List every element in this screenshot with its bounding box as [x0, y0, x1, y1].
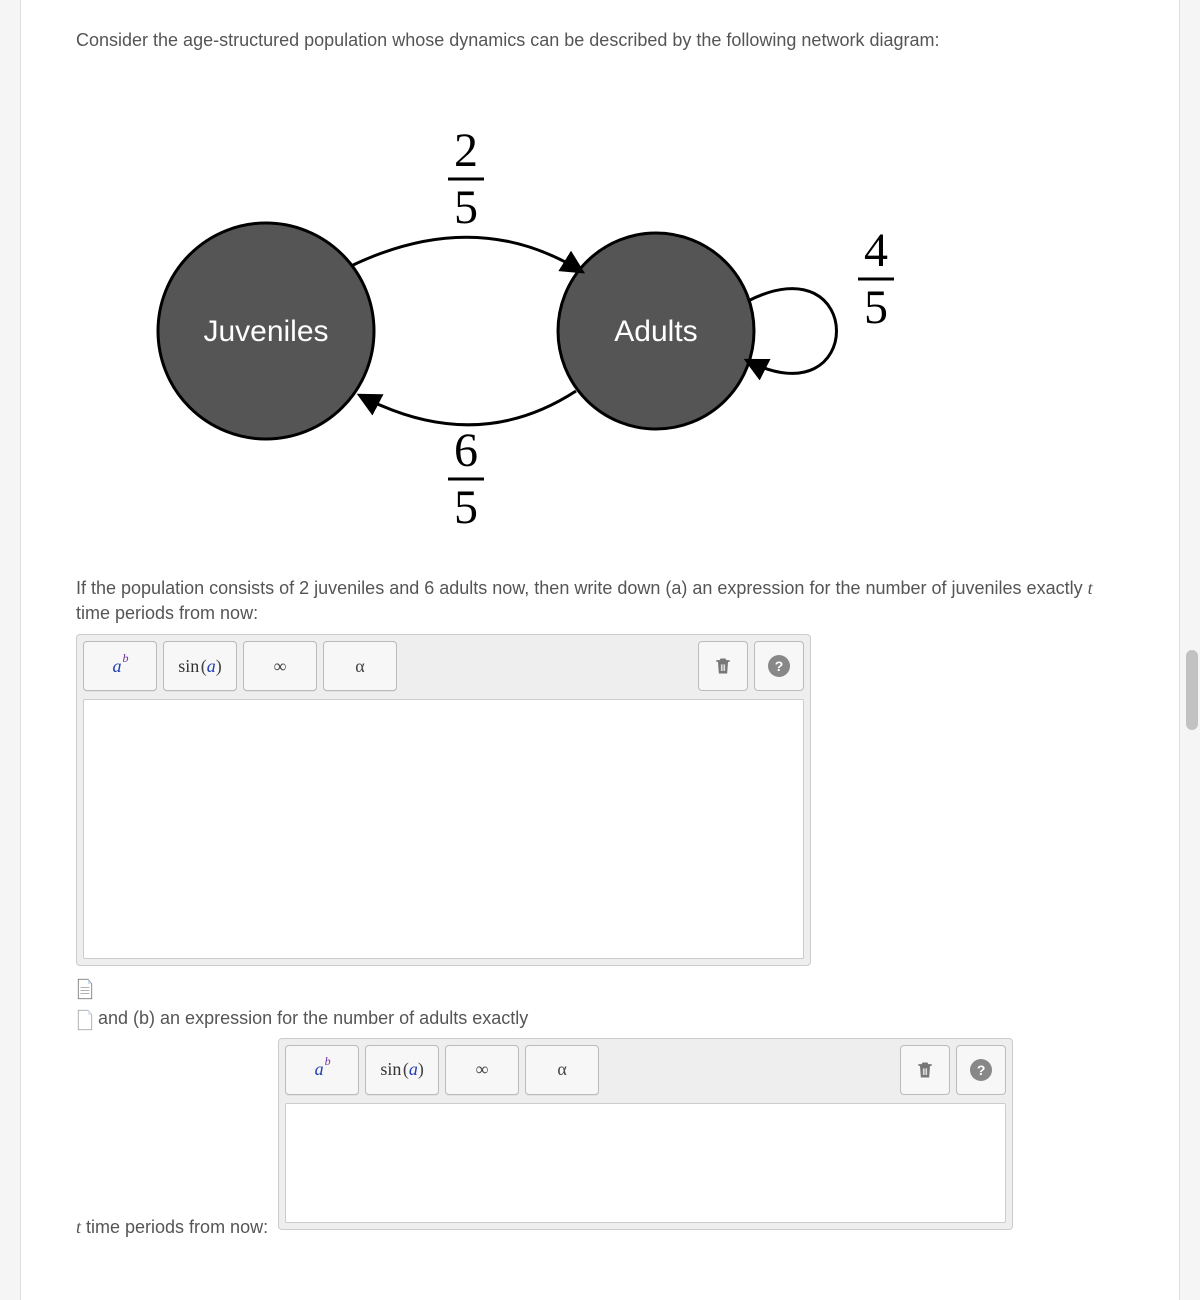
edge-adult-to-juv [361, 391, 576, 425]
scrollbar-track[interactable] [1184, 0, 1198, 1300]
prompt-a: If the population consists of 2 juvenile… [76, 576, 1124, 626]
answer-input-a[interactable] [83, 699, 804, 959]
node-juveniles-label: Juveniles [203, 315, 328, 348]
prompt-b-tail: t time periods from now: [76, 1038, 268, 1238]
diagram-svg: Juveniles Adults 2 5 6 5 4 5 [76, 71, 956, 551]
network-diagram: Juveniles Adults 2 5 6 5 4 5 [76, 71, 1124, 556]
toolbar-btn-infinity[interactable]: ∞ [445, 1045, 519, 1095]
prompt-b-pre: and (b) an expression for the number of … [98, 1006, 528, 1031]
prompt-a-pre: If the population consists of 2 juvenile… [76, 578, 1088, 598]
toolbar-btn-sin[interactable]: sin (a) [163, 641, 237, 691]
node-adults-label: Adults [614, 315, 697, 348]
help-button[interactable]: ? [754, 641, 804, 691]
help-icon: ? [768, 655, 790, 677]
edge-adult-self-num: 4 [864, 224, 888, 277]
toolbar-btn-infinity[interactable]: ∞ [243, 641, 317, 691]
scrollbar-thumb[interactable] [1186, 650, 1198, 730]
intro-text: Consider the age-structured population w… [76, 30, 1124, 51]
attachment-line-a [76, 978, 1124, 1000]
toolbar-btn-alpha[interactable]: α [323, 641, 397, 691]
toolbar-btn-alpha[interactable]: α [525, 1045, 599, 1095]
trash-icon [915, 1060, 935, 1080]
prompt-b-row: and (b) an expression for the number of … [76, 1006, 1124, 1031]
help-icon: ? [970, 1059, 992, 1081]
edge-adult-self-den: 5 [864, 281, 888, 334]
trash-icon [713, 656, 733, 676]
document-icon[interactable] [76, 978, 94, 1000]
document-icon[interactable] [76, 1009, 94, 1031]
equation-editor-b: ab sin (a) ∞ α ? [278, 1038, 1013, 1230]
question-page: Consider the age-structured population w… [20, 0, 1180, 1300]
prompt-a-var: t [1088, 578, 1093, 598]
toolbar-b: ab sin (a) ∞ α ? [285, 1045, 1006, 1095]
edge-juv-to-adult-num: 2 [454, 124, 478, 177]
edge-adult-self [748, 289, 837, 374]
edge-juv-to-adult-den: 5 [454, 181, 478, 234]
edge-adult-to-juv-num: 6 [454, 424, 478, 477]
toolbar-btn-sin[interactable]: sin (a) [365, 1045, 439, 1095]
equation-b-wrap: t time periods from now: ab sin (a) ∞ α … [76, 1038, 1124, 1238]
toolbar-btn-superscript[interactable]: ab [285, 1045, 359, 1095]
prompt-a-post: time periods from now: [76, 603, 258, 623]
clear-button[interactable] [900, 1045, 950, 1095]
help-button[interactable]: ? [956, 1045, 1006, 1095]
answer-input-b[interactable] [285, 1103, 1006, 1223]
equation-editor-a: ab sin (a) ∞ α ? [76, 634, 811, 966]
clear-button[interactable] [698, 641, 748, 691]
toolbar-a: ab sin (a) ∞ α ? [83, 641, 804, 691]
toolbar-btn-superscript[interactable]: ab [83, 641, 157, 691]
edge-juv-to-adult [351, 237, 581, 271]
edge-adult-to-juv-den: 5 [454, 481, 478, 534]
